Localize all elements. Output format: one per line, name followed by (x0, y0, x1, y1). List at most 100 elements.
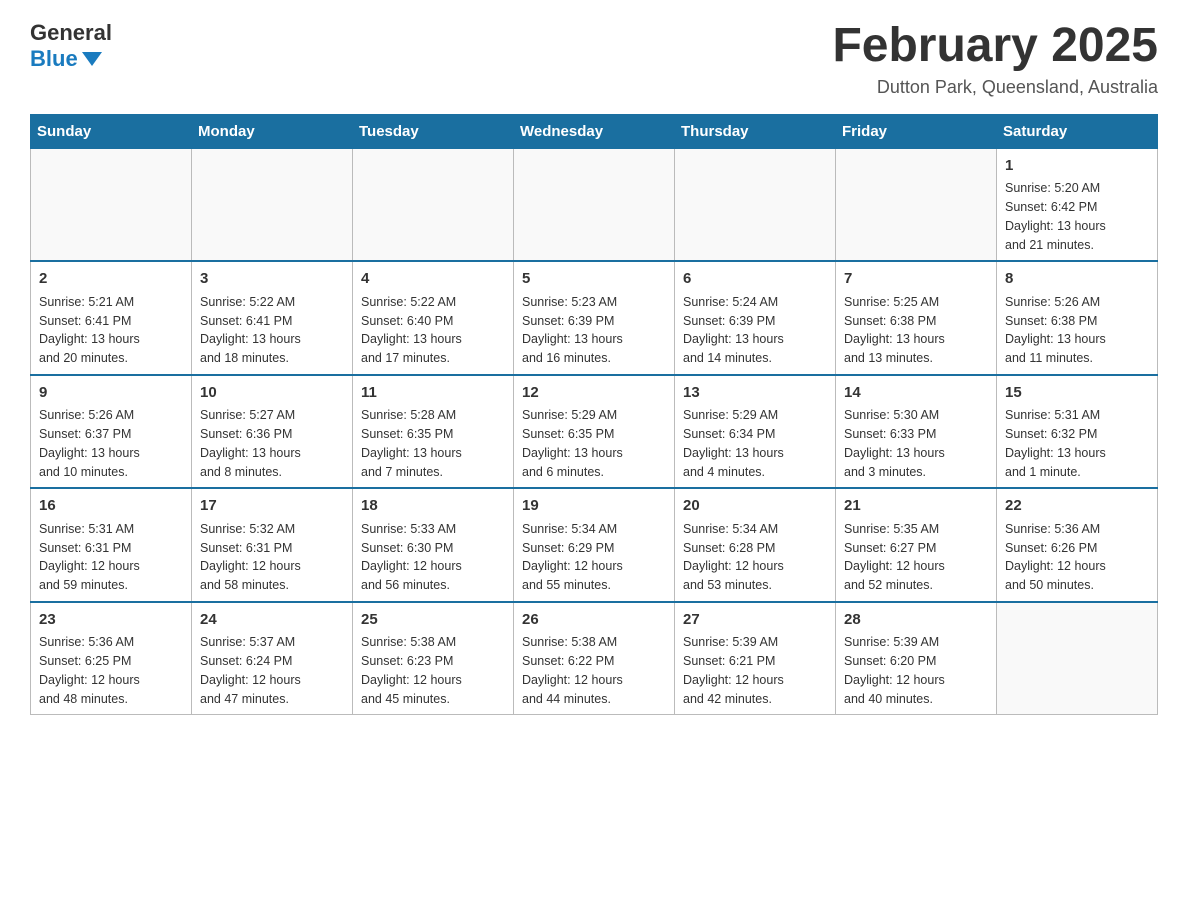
day-number: 12 (522, 382, 666, 405)
day-info: Sunrise: 5:22 AM Sunset: 6:41 PM Dayligh… (200, 293, 344, 368)
day-info: Sunrise: 5:38 AM Sunset: 6:23 PM Dayligh… (361, 633, 505, 708)
day-number: 18 (361, 495, 505, 518)
day-number: 8 (1005, 268, 1149, 291)
calendar-week-row-0: 1Sunrise: 5:20 AM Sunset: 6:42 PM Daylig… (31, 148, 1158, 261)
day-info: Sunrise: 5:22 AM Sunset: 6:40 PM Dayligh… (361, 293, 505, 368)
logo-general-text: General (30, 20, 112, 46)
day-info: Sunrise: 5:34 AM Sunset: 6:28 PM Dayligh… (683, 520, 827, 595)
day-number: 26 (522, 609, 666, 632)
day-info: Sunrise: 5:26 AM Sunset: 6:37 PM Dayligh… (39, 406, 183, 481)
calendar-cell (836, 148, 997, 261)
day-number: 1 (1005, 155, 1149, 178)
day-info: Sunrise: 5:39 AM Sunset: 6:20 PM Dayligh… (844, 633, 988, 708)
day-number: 28 (844, 609, 988, 632)
calendar-cell: 4Sunrise: 5:22 AM Sunset: 6:40 PM Daylig… (353, 261, 514, 375)
day-number: 5 (522, 268, 666, 291)
day-number: 13 (683, 382, 827, 405)
calendar-cell: 26Sunrise: 5:38 AM Sunset: 6:22 PM Dayli… (514, 602, 675, 715)
month-title: February 2025 (832, 20, 1158, 73)
calendar-cell: 24Sunrise: 5:37 AM Sunset: 6:24 PM Dayli… (192, 602, 353, 715)
calendar-week-row-3: 16Sunrise: 5:31 AM Sunset: 6:31 PM Dayli… (31, 488, 1158, 602)
logo-triangle-icon (82, 52, 102, 66)
day-number: 16 (39, 495, 183, 518)
day-info: Sunrise: 5:21 AM Sunset: 6:41 PM Dayligh… (39, 293, 183, 368)
day-number: 27 (683, 609, 827, 632)
day-number: 2 (39, 268, 183, 291)
day-info: Sunrise: 5:36 AM Sunset: 6:26 PM Dayligh… (1005, 520, 1149, 595)
weekday-header-row: Sunday Monday Tuesday Wednesday Thursday… (31, 114, 1158, 148)
header-sunday: Sunday (31, 114, 192, 148)
header-thursday: Thursday (675, 114, 836, 148)
calendar-cell: 28Sunrise: 5:39 AM Sunset: 6:20 PM Dayli… (836, 602, 997, 715)
calendar-cell: 27Sunrise: 5:39 AM Sunset: 6:21 PM Dayli… (675, 602, 836, 715)
logo: General Blue (30, 20, 112, 72)
calendar-week-row-4: 23Sunrise: 5:36 AM Sunset: 6:25 PM Dayli… (31, 602, 1158, 715)
day-info: Sunrise: 5:28 AM Sunset: 6:35 PM Dayligh… (361, 406, 505, 481)
calendar-cell (675, 148, 836, 261)
calendar-cell: 25Sunrise: 5:38 AM Sunset: 6:23 PM Dayli… (353, 602, 514, 715)
day-number: 11 (361, 382, 505, 405)
logo-blue-text: Blue (30, 46, 102, 72)
calendar-cell: 22Sunrise: 5:36 AM Sunset: 6:26 PM Dayli… (997, 488, 1158, 602)
calendar-cell (997, 602, 1158, 715)
day-number: 19 (522, 495, 666, 518)
calendar-cell (514, 148, 675, 261)
day-info: Sunrise: 5:39 AM Sunset: 6:21 PM Dayligh… (683, 633, 827, 708)
calendar-cell: 13Sunrise: 5:29 AM Sunset: 6:34 PM Dayli… (675, 375, 836, 489)
day-number: 20 (683, 495, 827, 518)
day-info: Sunrise: 5:26 AM Sunset: 6:38 PM Dayligh… (1005, 293, 1149, 368)
calendar-cell: 7Sunrise: 5:25 AM Sunset: 6:38 PM Daylig… (836, 261, 997, 375)
day-number: 7 (844, 268, 988, 291)
header-saturday: Saturday (997, 114, 1158, 148)
day-info: Sunrise: 5:33 AM Sunset: 6:30 PM Dayligh… (361, 520, 505, 595)
day-info: Sunrise: 5:29 AM Sunset: 6:34 PM Dayligh… (683, 406, 827, 481)
calendar-cell: 3Sunrise: 5:22 AM Sunset: 6:41 PM Daylig… (192, 261, 353, 375)
calendar-cell: 23Sunrise: 5:36 AM Sunset: 6:25 PM Dayli… (31, 602, 192, 715)
page-header: General Blue February 2025 Dutton Park, … (30, 20, 1158, 98)
calendar-cell: 10Sunrise: 5:27 AM Sunset: 6:36 PM Dayli… (192, 375, 353, 489)
day-info: Sunrise: 5:37 AM Sunset: 6:24 PM Dayligh… (200, 633, 344, 708)
day-number: 23 (39, 609, 183, 632)
calendar-cell (192, 148, 353, 261)
calendar-cell: 19Sunrise: 5:34 AM Sunset: 6:29 PM Dayli… (514, 488, 675, 602)
calendar-cell: 18Sunrise: 5:33 AM Sunset: 6:30 PM Dayli… (353, 488, 514, 602)
day-number: 24 (200, 609, 344, 632)
day-number: 22 (1005, 495, 1149, 518)
day-number: 14 (844, 382, 988, 405)
header-wednesday: Wednesday (514, 114, 675, 148)
header-monday: Monday (192, 114, 353, 148)
day-number: 6 (683, 268, 827, 291)
calendar-week-row-1: 2Sunrise: 5:21 AM Sunset: 6:41 PM Daylig… (31, 261, 1158, 375)
calendar-cell: 6Sunrise: 5:24 AM Sunset: 6:39 PM Daylig… (675, 261, 836, 375)
day-info: Sunrise: 5:20 AM Sunset: 6:42 PM Dayligh… (1005, 179, 1149, 254)
day-info: Sunrise: 5:34 AM Sunset: 6:29 PM Dayligh… (522, 520, 666, 595)
day-info: Sunrise: 5:38 AM Sunset: 6:22 PM Dayligh… (522, 633, 666, 708)
calendar-cell: 21Sunrise: 5:35 AM Sunset: 6:27 PM Dayli… (836, 488, 997, 602)
day-info: Sunrise: 5:27 AM Sunset: 6:36 PM Dayligh… (200, 406, 344, 481)
calendar-cell: 5Sunrise: 5:23 AM Sunset: 6:39 PM Daylig… (514, 261, 675, 375)
day-info: Sunrise: 5:24 AM Sunset: 6:39 PM Dayligh… (683, 293, 827, 368)
day-number: 21 (844, 495, 988, 518)
header-friday: Friday (836, 114, 997, 148)
header-tuesday: Tuesday (353, 114, 514, 148)
day-info: Sunrise: 5:32 AM Sunset: 6:31 PM Dayligh… (200, 520, 344, 595)
day-info: Sunrise: 5:31 AM Sunset: 6:31 PM Dayligh… (39, 520, 183, 595)
calendar-cell: 15Sunrise: 5:31 AM Sunset: 6:32 PM Dayli… (997, 375, 1158, 489)
day-number: 25 (361, 609, 505, 632)
day-info: Sunrise: 5:31 AM Sunset: 6:32 PM Dayligh… (1005, 406, 1149, 481)
day-info: Sunrise: 5:25 AM Sunset: 6:38 PM Dayligh… (844, 293, 988, 368)
day-number: 9 (39, 382, 183, 405)
day-info: Sunrise: 5:36 AM Sunset: 6:25 PM Dayligh… (39, 633, 183, 708)
calendar-cell: 9Sunrise: 5:26 AM Sunset: 6:37 PM Daylig… (31, 375, 192, 489)
calendar-cell: 12Sunrise: 5:29 AM Sunset: 6:35 PM Dayli… (514, 375, 675, 489)
calendar-table: Sunday Monday Tuesday Wednesday Thursday… (30, 114, 1158, 716)
calendar-cell: 20Sunrise: 5:34 AM Sunset: 6:28 PM Dayli… (675, 488, 836, 602)
calendar-cell: 17Sunrise: 5:32 AM Sunset: 6:31 PM Dayli… (192, 488, 353, 602)
calendar-cell (353, 148, 514, 261)
title-block: February 2025 Dutton Park, Queensland, A… (832, 20, 1158, 98)
calendar-week-row-2: 9Sunrise: 5:26 AM Sunset: 6:37 PM Daylig… (31, 375, 1158, 489)
calendar-cell: 11Sunrise: 5:28 AM Sunset: 6:35 PM Dayli… (353, 375, 514, 489)
calendar-cell: 14Sunrise: 5:30 AM Sunset: 6:33 PM Dayli… (836, 375, 997, 489)
day-info: Sunrise: 5:35 AM Sunset: 6:27 PM Dayligh… (844, 520, 988, 595)
location-title: Dutton Park, Queensland, Australia (832, 77, 1158, 98)
